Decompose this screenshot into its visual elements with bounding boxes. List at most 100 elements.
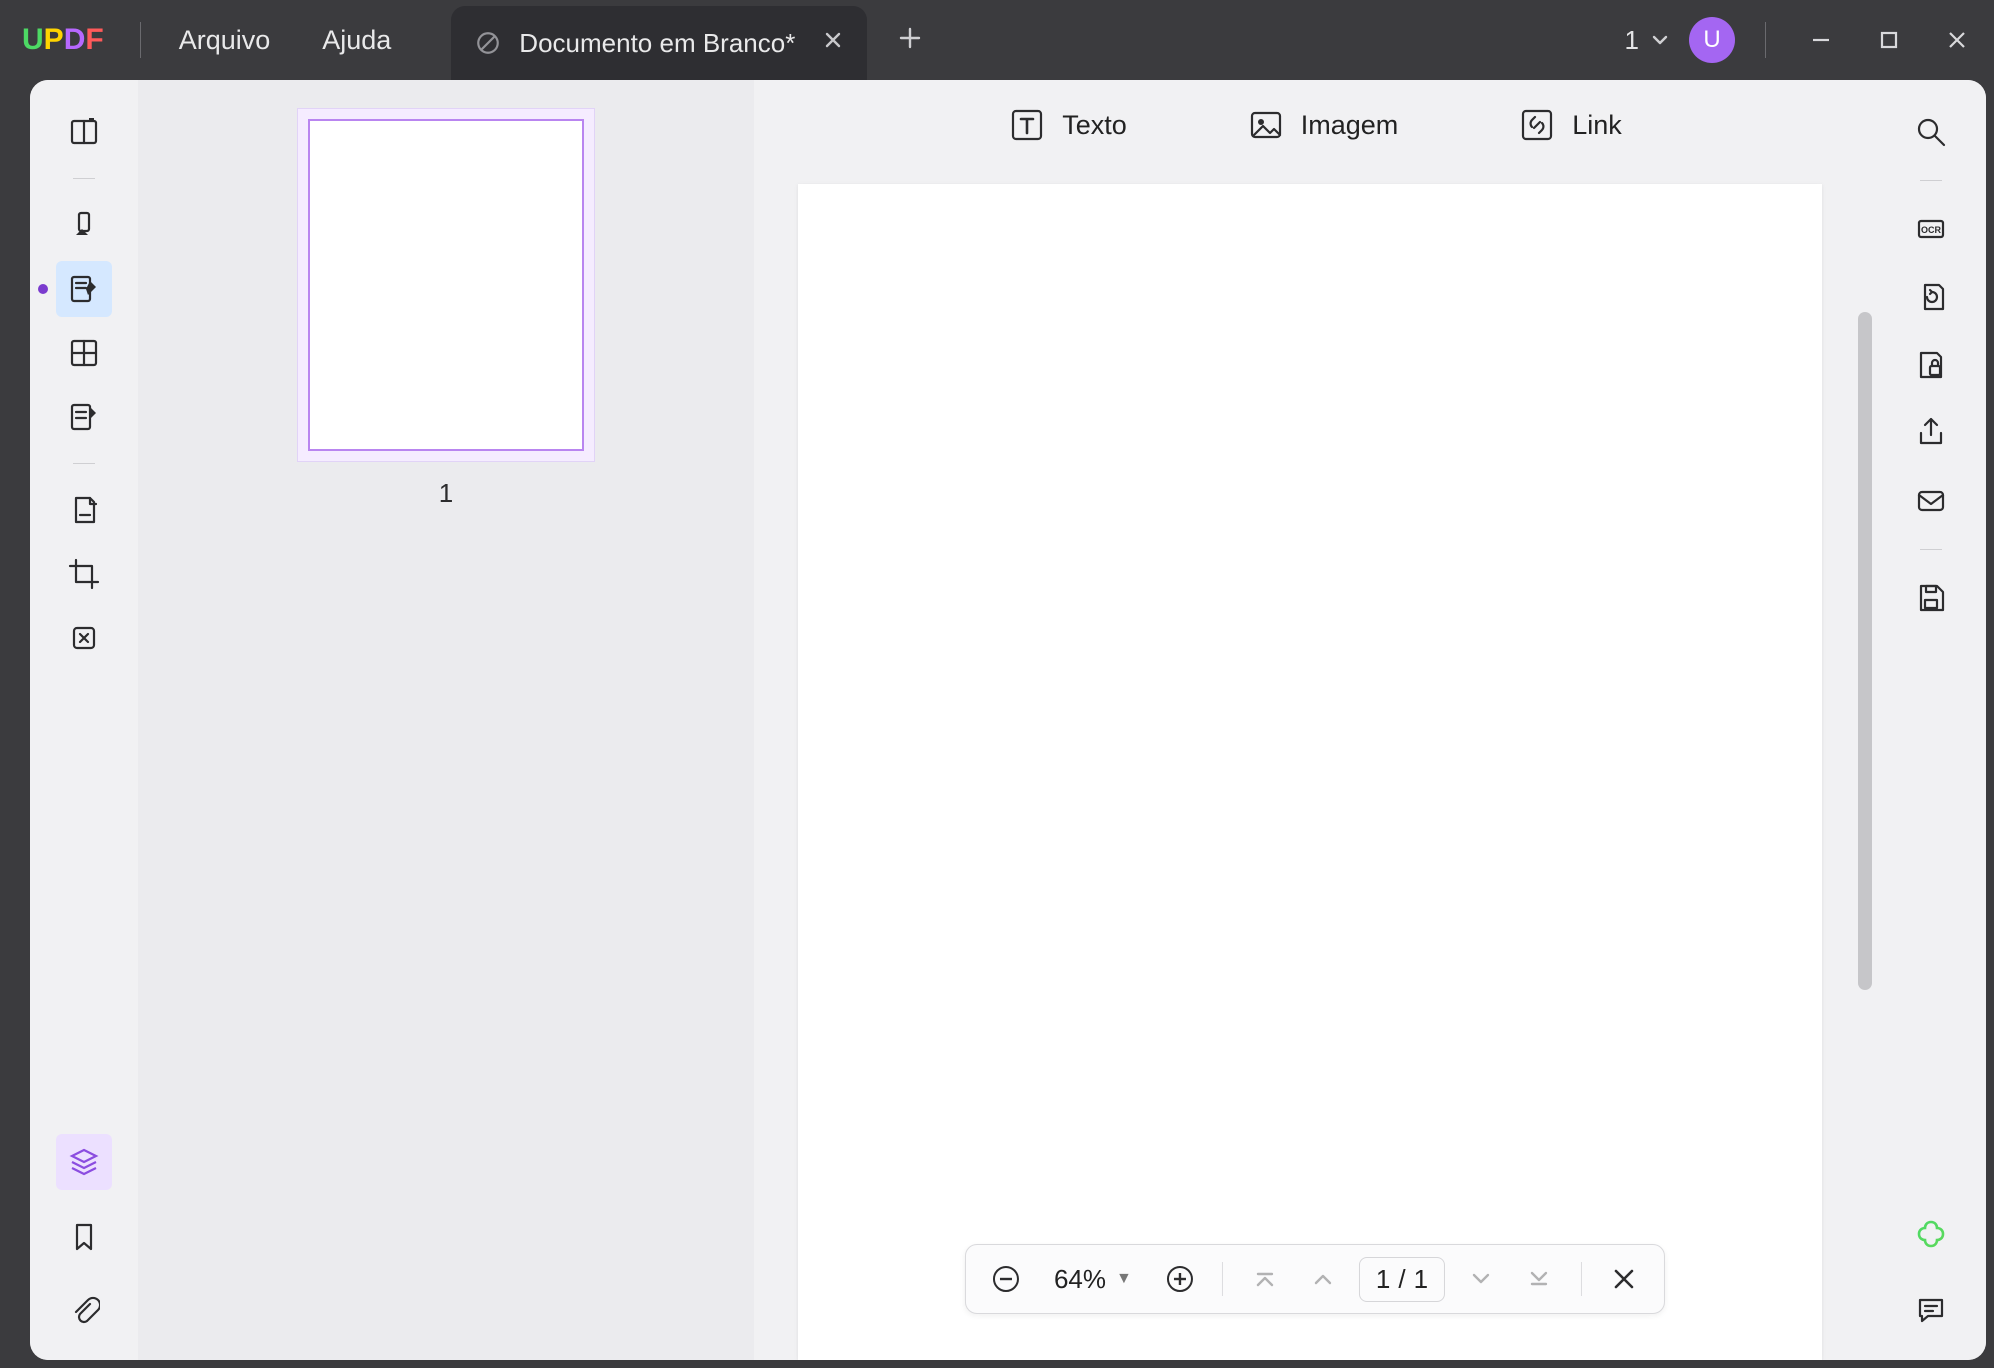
share-icon [1913,415,1949,451]
plus-icon [897,25,923,51]
right-toolbar: OCR [1876,80,1986,1360]
crop-tool[interactable] [56,546,112,602]
separator [73,178,95,179]
email-button[interactable] [1903,473,1959,529]
crop-icon [66,556,102,592]
logo-letter: D [64,23,86,56]
zoom-out-button[interactable] [984,1257,1028,1301]
thumbnails-toggle[interactable] [56,1134,112,1190]
close-bar-button[interactable] [1602,1257,1646,1301]
insert-text-button[interactable]: Texto [1008,106,1127,144]
edit-page-icon [66,271,102,307]
edit-tool[interactable] [56,261,112,317]
insert-link-button[interactable]: Link [1518,106,1622,144]
convert-button[interactable] [1903,269,1959,325]
close-icon [823,30,843,50]
tab-count-dropdown[interactable]: 1 [1625,25,1671,56]
right-toolbar-bottom [1903,1206,1959,1338]
ai-flower-icon [1913,1216,1949,1252]
last-page-button[interactable] [1517,1257,1561,1301]
chevron-down-icon [1467,1265,1495,1293]
chevron-up-icon [1309,1265,1337,1293]
reader-tool[interactable] [56,104,112,160]
workspace: 1 Texto Imagem Link 64% [30,80,1986,1360]
insert-link-label: Link [1572,110,1622,141]
menu-help[interactable]: Ajuda [296,15,417,66]
left-toolbar [30,80,138,1360]
comment-tool[interactable] [56,197,112,253]
user-avatar[interactable]: U [1689,17,1735,63]
page-indicator[interactable]: 1 / 1 [1359,1257,1445,1302]
organize-pages-tool[interactable] [56,325,112,381]
document-page[interactable] [798,184,1822,1360]
paperclip-icon [68,1294,100,1326]
attachments-toggle[interactable] [56,1282,112,1338]
ocr-button[interactable]: OCR [1903,201,1959,257]
window-maximize-button[interactable] [1864,15,1914,65]
save-icon [1913,580,1949,616]
svg-text:OCR: OCR [1921,225,1942,235]
zoom-in-button[interactable] [1158,1257,1202,1301]
title-bar: UPDF Arquivo Ajuda Documento em Branco* … [0,0,1994,80]
mail-icon [1913,483,1949,519]
first-page-button[interactable] [1243,1257,1287,1301]
thumbnails-panel: 1 [138,80,754,1360]
document-tab[interactable]: Documento em Branco* [451,6,867,80]
window-close-button[interactable] [1932,15,1982,65]
separator [1581,1262,1582,1296]
separator [1920,549,1942,550]
search-icon [1913,114,1949,150]
convert-icon [1913,279,1949,315]
image-icon [1247,106,1285,144]
separator [1920,180,1942,181]
total-pages: 1 [1414,1264,1428,1295]
zoom-level-dropdown[interactable]: 64% ▼ [1042,1264,1144,1295]
close-icon [1611,1266,1637,1292]
maximize-icon [1878,29,1900,51]
new-tab-button[interactable] [897,22,923,59]
ai-assistant-button[interactable] [1903,1206,1959,1262]
search-button[interactable] [1903,104,1959,160]
comments-panel-button[interactable] [1903,1282,1959,1338]
compress-tool[interactable] [56,610,112,666]
separator [73,463,95,464]
layers-icon [67,1145,101,1179]
next-page-button[interactable] [1459,1257,1503,1301]
window-minimize-button[interactable] [1796,15,1846,65]
share-button[interactable] [1903,405,1959,461]
bookmark-icon [68,1220,100,1252]
logo-letter: P [44,23,64,56]
page-thumbnail[interactable] [297,108,595,462]
tab-count-number: 1 [1625,25,1639,56]
separator [140,22,141,58]
page-cut-icon [66,492,102,528]
insert-image-label: Imagem [1301,110,1399,141]
current-page: 1 [1376,1264,1390,1295]
forms-tool[interactable] [56,389,112,445]
thumbnail-page-preview [308,119,584,451]
redact-tool[interactable] [56,482,112,538]
save-button[interactable] [1903,570,1959,626]
vertical-scrollbar[interactable] [1858,312,1872,990]
prev-page-button[interactable] [1301,1257,1345,1301]
zoom-out-icon [991,1264,1021,1294]
close-icon [1945,28,1969,52]
dropdown-caret-icon: ▼ [1116,1270,1132,1288]
book-icon [66,114,102,150]
insert-toolbar: Texto Imagem Link [754,80,1876,170]
minimize-icon [1809,28,1833,52]
page-lock-icon [1913,347,1949,383]
zoom-page-bar: 64% ▼ 1 / 1 [965,1244,1665,1314]
menu-file[interactable]: Arquivo [153,15,297,66]
insert-image-button[interactable]: Imagem [1247,106,1399,144]
highlighter-icon [66,207,102,243]
thumbnail-page-number: 1 [166,478,726,509]
protect-button[interactable] [1903,337,1959,393]
separator [1222,1262,1223,1296]
bookmarks-toggle[interactable] [56,1208,112,1264]
canvas-area: Texto Imagem Link 64% ▼ [754,80,1876,1360]
insert-text-label: Texto [1062,110,1127,141]
first-page-icon [1251,1265,1279,1293]
tab-close-button[interactable] [823,29,843,57]
link-icon [1518,106,1556,144]
